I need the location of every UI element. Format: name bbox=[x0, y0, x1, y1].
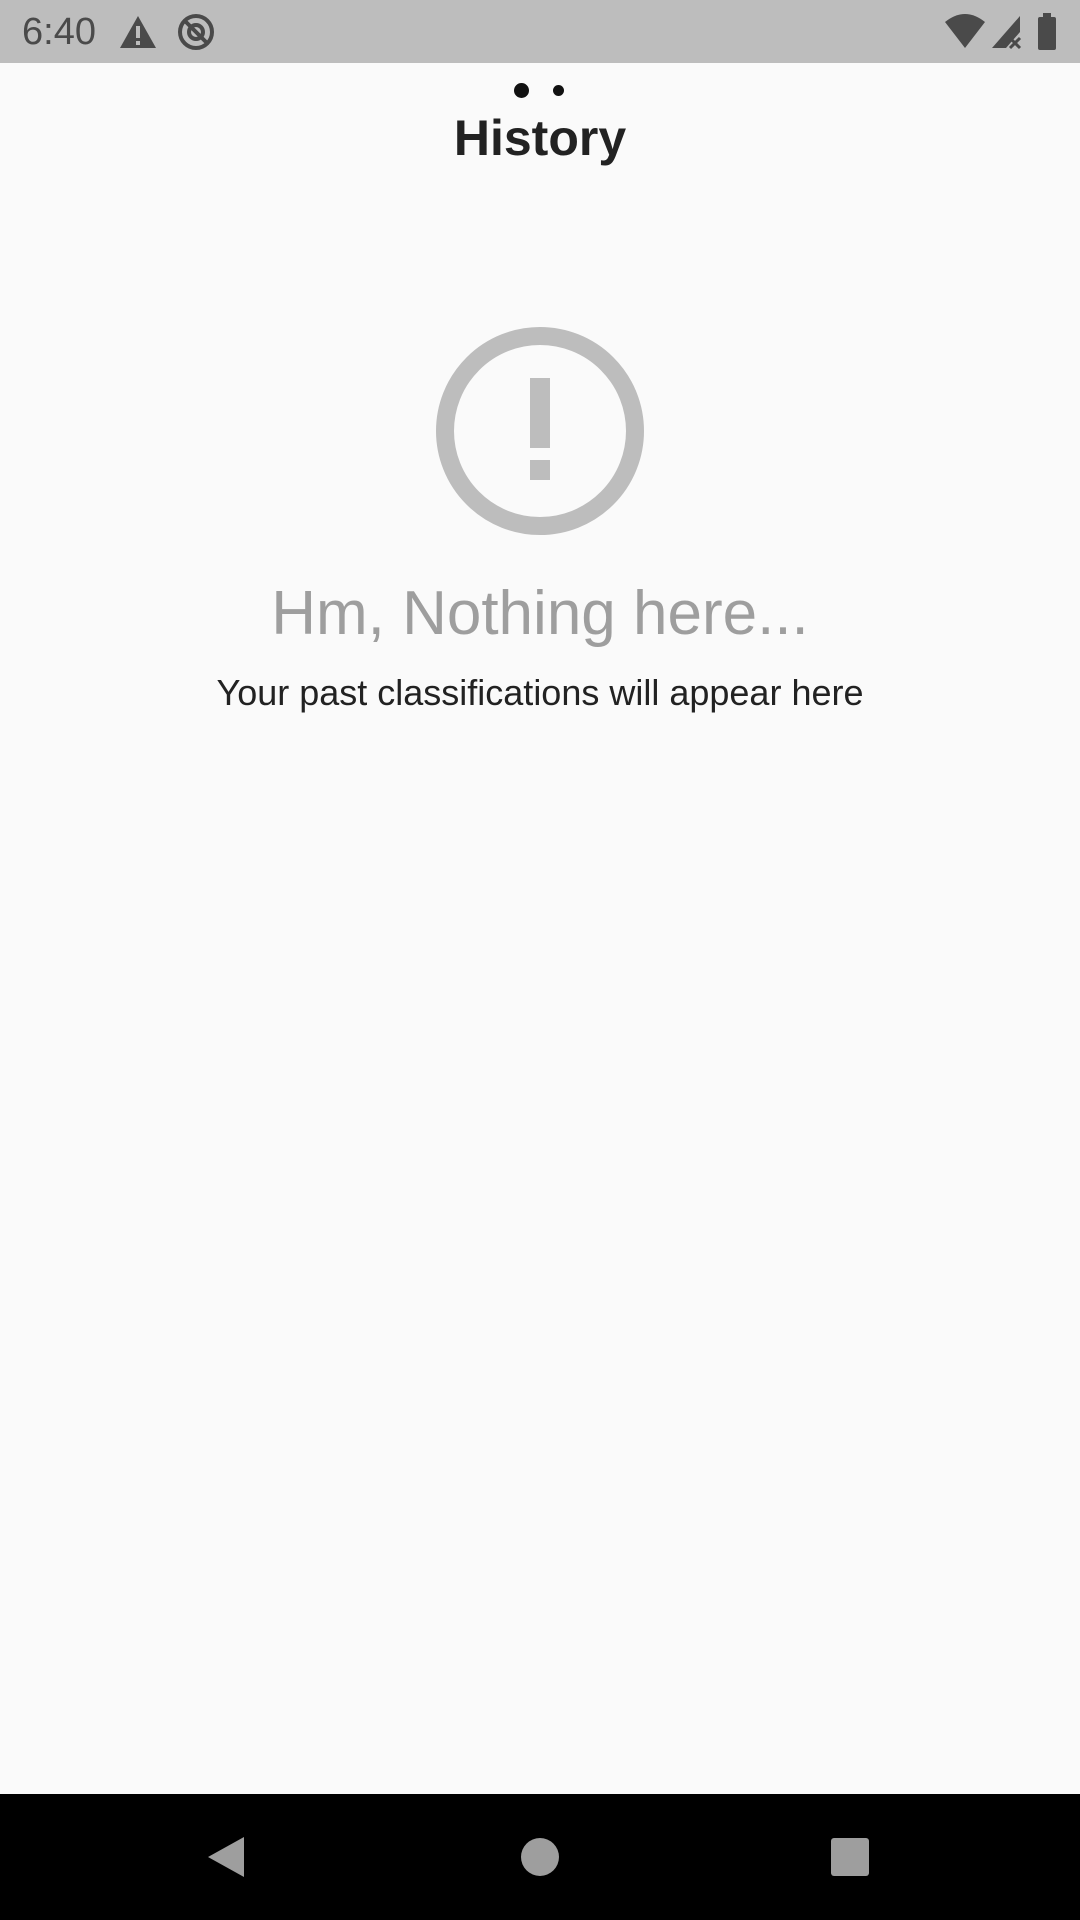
status-bar: 6:40 bbox=[0, 0, 1080, 63]
page-dot-active[interactable] bbox=[514, 83, 529, 98]
page-title: History bbox=[453, 110, 627, 166]
warning-icon bbox=[118, 12, 158, 52]
battery-icon bbox=[1036, 12, 1058, 52]
recents-icon[interactable] bbox=[820, 1827, 880, 1887]
page-indicator bbox=[0, 83, 1080, 99]
home-icon[interactable] bbox=[510, 1827, 570, 1887]
alert-circle-icon bbox=[435, 326, 645, 536]
history-screen: 6:40 History Hm, Nothing here... Your pa… bbox=[0, 0, 1080, 1920]
no-sync-icon bbox=[176, 12, 216, 52]
page-dot[interactable] bbox=[553, 85, 564, 96]
empty-state-title: Hm, Nothing here... bbox=[271, 579, 809, 648]
wifi-icon bbox=[944, 12, 986, 52]
back-icon[interactable] bbox=[196, 1827, 256, 1887]
empty-state-subtitle: Your past classifications will appear he… bbox=[216, 672, 864, 713]
signal-icon bbox=[990, 12, 1022, 52]
status-time: 6:40 bbox=[22, 11, 96, 53]
navigation-bar bbox=[0, 1794, 1080, 1920]
